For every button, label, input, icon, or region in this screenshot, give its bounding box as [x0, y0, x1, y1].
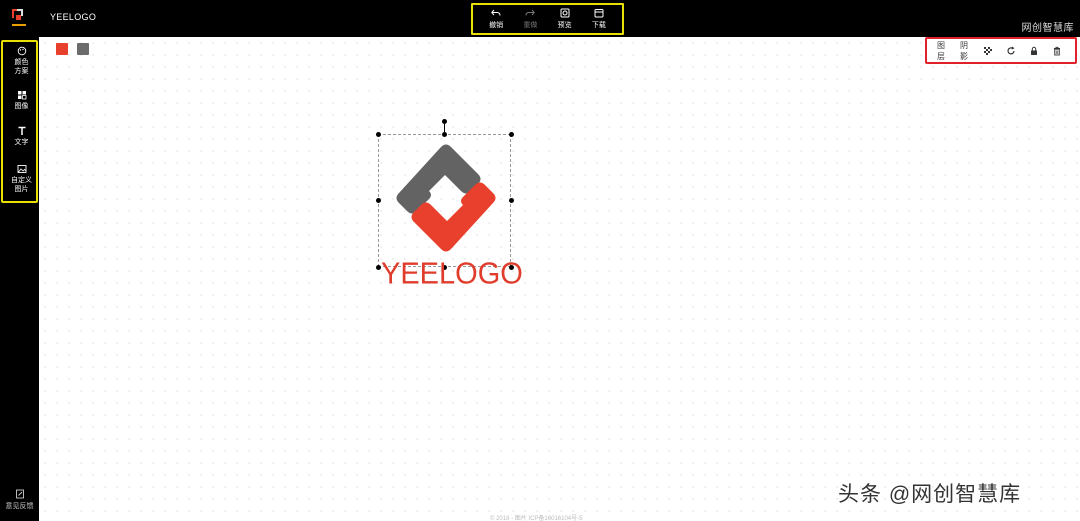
download-icon — [594, 9, 604, 18]
sidebar-item-graphics[interactable]: 图像 — [3, 90, 40, 111]
sidebar: 颜色方案 图像 文字 自定义图片 意见反馈 — [0, 37, 39, 521]
resize-handle-w[interactable] — [376, 198, 381, 203]
rotate-handle[interactable] — [442, 119, 447, 124]
redo-button[interactable]: 重做 — [515, 8, 545, 30]
sidebar-item-label: 自定义图片 — [11, 177, 32, 193]
grid-icon — [17, 91, 26, 100]
preview-icon — [560, 8, 570, 18]
top-bar: YEELOGO 撤销 重做 预览 下载 网创智慧库 — [0, 0, 1080, 37]
delete-icon — [1054, 46, 1060, 55]
lock-icon — [1031, 46, 1037, 55]
feedback-icon — [15, 489, 24, 499]
redo-label: 重做 — [523, 22, 538, 29]
undo-icon — [491, 9, 501, 16]
app-root: YEELOGO 撤销 重做 预览 下载 网创智慧库 颜色方案 图像 文字 自定义… — [0, 0, 1080, 521]
palette-icon — [17, 46, 26, 56]
main-toolbar: 撤销 重做 预览 下载 — [471, 3, 624, 35]
feedback-button[interactable]: 意见反馈 — [0, 489, 39, 511]
sidebar-item-label: 图像 — [14, 103, 29, 110]
download-label: 下载 — [591, 22, 606, 29]
logo-text[interactable]: YEELOGO — [381, 257, 523, 292]
sidebar-item-custom-image[interactable]: 自定义图片 — [3, 164, 40, 194]
preview-label: 预览 — [557, 22, 572, 29]
resize-handle-ne[interactable] — [509, 132, 514, 137]
sidebar-item-label: 颜色方案 — [14, 59, 29, 75]
preview-button[interactable]: 预览 — [550, 8, 580, 30]
rotate-icon — [1007, 46, 1015, 54]
download-button[interactable]: 下载 — [584, 8, 614, 30]
resize-handle-n[interactable] — [442, 132, 447, 137]
watermark: 头条 @网创智慧库 — [838, 483, 1022, 506]
resize-handle-e[interactable] — [509, 198, 514, 203]
app-title: YEELOGO — [50, 12, 97, 22]
rotate-button[interactable] — [1006, 46, 1016, 56]
footer-copyright: © 2018 - 图片 ICP备16016104号-5 — [490, 516, 583, 521]
resize-handle-nw[interactable] — [376, 132, 381, 137]
sidebar-item-color-scheme[interactable]: 颜色方案 — [3, 46, 40, 76]
transparency-icon — [984, 46, 992, 55]
sidebar-item-label: 文字 — [14, 139, 29, 146]
sidebar-tools-group: 颜色方案 图像 文字 自定义图片 — [1, 40, 38, 203]
top-right-label: 网创智慧库 — [1021, 23, 1074, 34]
undo-label: 撤销 — [489, 22, 504, 29]
feedback-label: 意见反馈 — [5, 503, 34, 510]
design-canvas[interactable] — [39, 37, 1080, 521]
color-swatch-gray[interactable] — [77, 43, 89, 55]
sidebar-item-text[interactable]: 文字 — [3, 126, 40, 147]
lock-button[interactable] — [1029, 46, 1039, 56]
logo-mark-icon[interactable] — [393, 142, 499, 254]
image-icon — [17, 165, 26, 173]
undo-button[interactable]: 撤销 — [481, 8, 511, 30]
delete-button[interactable] — [1052, 46, 1062, 56]
element-toolbar: 图层 阴影 — [925, 37, 1077, 64]
transparency-button[interactable] — [983, 46, 993, 56]
shadow-button[interactable]: 阴影 — [960, 40, 972, 62]
layer-button[interactable]: 图层 — [937, 40, 949, 62]
brand-logo-icon[interactable] — [9, 7, 29, 29]
color-swatch-red[interactable] — [56, 43, 68, 55]
text-icon — [18, 126, 25, 135]
redo-icon — [525, 9, 536, 16]
